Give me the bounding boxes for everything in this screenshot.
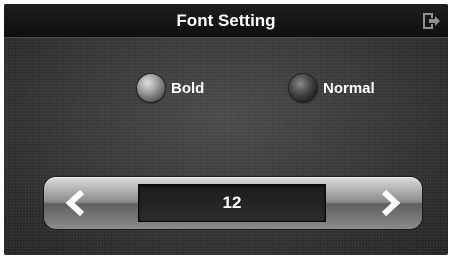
radio-normal[interactable]: Normal (289, 74, 375, 102)
arrow-right-icon (381, 190, 401, 216)
arrow-left-icon (65, 190, 85, 216)
exit-icon (423, 13, 440, 29)
font-size-value: 12 (138, 184, 326, 222)
font-size-selector: 12 (44, 177, 422, 229)
title-bar: Font Setting (4, 4, 448, 38)
page-title: Font Setting (176, 11, 276, 30)
exit-button[interactable] (420, 10, 442, 32)
radio-bold[interactable]: Bold (137, 74, 204, 102)
radio-label-bold: Bold (171, 79, 205, 97)
decrease-button[interactable] (48, 177, 104, 229)
radio-button-bold[interactable] (137, 74, 165, 102)
radio-button-normal[interactable] (289, 74, 317, 102)
font-setting-screen: Font Setting Bold Normal 12 (4, 4, 448, 255)
radio-label-normal: Normal (323, 79, 375, 97)
increase-button[interactable] (362, 177, 418, 229)
